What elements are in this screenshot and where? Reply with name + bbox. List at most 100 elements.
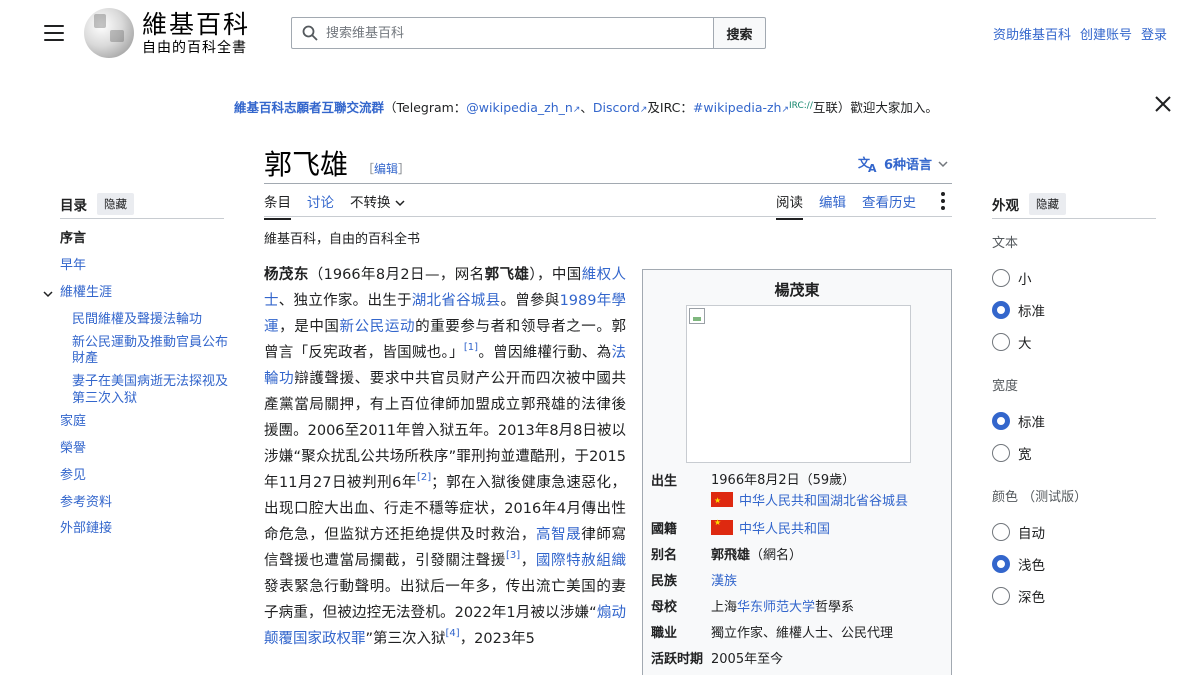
nationality-link[interactable]: 中华人民共和国 <box>739 522 830 537</box>
ethnicity-link[interactable]: 漢族 <box>711 574 737 589</box>
reference-1[interactable]: [1] <box>464 342 478 353</box>
appearance-heading: 外观 <box>992 198 1019 214</box>
active-years-value: 2005年至今 <box>711 652 784 667</box>
radio-label: 标准 <box>1018 415 1045 431</box>
color-light[interactable]: 浅色 <box>992 554 1045 574</box>
chevron-down-icon[interactable] <box>43 290 53 298</box>
school-link[interactable]: 华东师范大学 <box>737 600 815 615</box>
search-input[interactable] <box>326 25 686 41</box>
infobox-row-alma-mater: 母校 上海华东师范大学哲學系 <box>651 596 947 615</box>
infobox-label: 母校 <box>651 600 678 615</box>
banner-text: 及IRC： <box>647 100 693 115</box>
link-gucheng[interactable]: 湖北省谷城县 <box>412 293 501 309</box>
color-label: 颜色 （测试版） <box>992 490 1088 505</box>
toc-item-activism[interactable]: 維權生涯 <box>60 285 230 302</box>
language-button[interactable]: 文 A 6种语言 <box>858 154 948 173</box>
toc-item-wife-imprisonment[interactable]: 妻子在美国病逝无法探视及第三次入狱 <box>60 374 230 407</box>
radio-selected-icon <box>992 555 1010 573</box>
donate-link[interactable]: 资助维基百科 <box>993 24 1071 43</box>
radio-label: 宽 <box>1018 447 1032 463</box>
more-actions-icon[interactable] <box>941 192 945 213</box>
body-text: 發表緊急行動聲明。出狱后一年多，传出流亡美国的妻子病重，但被边控无法登机。202… <box>264 579 626 621</box>
infobox-row-active: 活跃时期 2005年至今 <box>651 648 947 667</box>
infobox-label: 職业 <box>651 626 678 641</box>
tabs-divider <box>264 216 952 217</box>
logo-subtitle: 自由的百科全書 <box>142 39 247 56</box>
link-gao-zhisheng[interactable]: 高智晟 <box>536 527 581 543</box>
school-dept: 哲學系 <box>815 600 855 615</box>
login-link[interactable]: 登录 <box>1141 24 1167 43</box>
infobox-row-nationality: 國籍 中华人民共和国 <box>651 518 947 537</box>
body-text: 、独立作家。出生于 <box>278 293 412 309</box>
toc-item-honors[interactable]: 榮譽 <box>60 441 230 458</box>
toc-header: 目录 隐藏 <box>60 193 134 215</box>
chevron-down-icon <box>395 200 405 207</box>
toc-item-early-life[interactable]: 早年 <box>60 258 230 275</box>
search-button[interactable]: 搜索 <box>714 17 766 49</box>
color-dark[interactable]: 深色 <box>992 586 1045 606</box>
text-size-small[interactable]: 小 <box>992 268 1032 288</box>
width-wide[interactable]: 宽 <box>992 443 1032 463</box>
logo-title: 維基百科 <box>142 9 251 39</box>
birthplace-link[interactable]: 中华人民共和国湖北省谷城县 <box>739 494 908 509</box>
toc-item-see-also[interactable]: 参见 <box>60 468 230 485</box>
china-flag-icon <box>711 518 733 535</box>
infobox-label: 活跃时期 <box>651 652 704 667</box>
toc-item-civil-rights[interactable]: 民間維權及聲援法輪功 <box>60 312 230 328</box>
alias-value: 郭飛雄 <box>711 548 751 563</box>
toc-divider <box>60 218 224 219</box>
infobox-row-occupation: 職业 獨立作家、維權人士、公民代理 <box>651 622 947 641</box>
toc-item-external-links[interactable]: 外部鏈接 <box>60 521 230 538</box>
link-new-citizens[interactable]: 新公民运动 <box>340 319 416 335</box>
toc-item-new-citizens[interactable]: 新公民運動及推動官員公布財產 <box>60 335 230 368</box>
radio-label: 浅色 <box>1018 558 1045 574</box>
svg-text:A: A <box>868 162 877 173</box>
reference-2[interactable]: [2] <box>417 472 431 483</box>
discord-link[interactable]: Discord <box>593 100 640 115</box>
main-menu-button[interactable] <box>44 25 64 41</box>
reference-3[interactable]: [3] <box>506 550 520 561</box>
link-amnesty[interactable]: 國際特赦組織 <box>536 553 626 569</box>
toc-heading: 目录 <box>60 198 87 214</box>
telegram-link[interactable]: @wikipedia_zh_n <box>466 100 573 115</box>
width-standard[interactable]: 标准 <box>992 411 1045 431</box>
radio-selected-icon <box>992 412 1010 430</box>
toc-item-references[interactable]: 参考资料 <box>60 495 230 512</box>
create-account-link[interactable]: 创建账号 <box>1080 24 1132 43</box>
toc-hide-button[interactable]: 隐藏 <box>97 193 134 215</box>
radio-icon <box>992 523 1010 541</box>
portrait-image[interactable] <box>686 305 911 463</box>
infobox-label: 别名 <box>651 548 678 563</box>
edit-link[interactable]: 编辑 <box>374 162 398 176</box>
text-size-large[interactable]: 大 <box>992 332 1032 352</box>
wikipedia-logo[interactable]: 維基百科 自由的百科全書 <box>84 8 250 58</box>
close-icon[interactable] <box>1153 94 1173 114</box>
text-size-standard[interactable]: 标准 <box>992 300 1045 320</box>
infobox-row-born: 出生 1966年8月2日（59歲） 中华人民共和国湖北省谷城县 <box>651 470 947 512</box>
radio-icon <box>992 444 1010 462</box>
color-auto[interactable]: 自动 <box>992 522 1045 542</box>
personal-tools: 资助维基百科 创建账号 登录 <box>993 24 1167 43</box>
search-box[interactable] <box>291 17 714 49</box>
language-count: 6种语言 <box>884 158 933 173</box>
banner-title-link[interactable]: 維基百科志願者互聯交流群 <box>234 100 384 115</box>
body-text: ，是中国 <box>279 319 340 335</box>
broken-image-icon <box>689 308 705 324</box>
title-edit: ［编辑］ <box>362 160 410 177</box>
appearance-hide-button[interactable]: 隐藏 <box>1029 193 1066 215</box>
irc-link[interactable]: #wikipedia-zh <box>693 100 782 115</box>
infobox-title: 楊茂東 <box>774 281 820 299</box>
globe-icon <box>84 8 134 58</box>
reference-4[interactable]: [4] <box>446 628 460 639</box>
width-label: 宽度 <box>992 379 1019 394</box>
radio-label: 自动 <box>1018 526 1045 542</box>
toc-item-family[interactable]: 家庭 <box>60 414 230 431</box>
body-text: 。曾因維權行動、為 <box>478 345 612 361</box>
body-text: 。曾參與 <box>500 293 560 309</box>
toc-item-intro[interactable]: 序言 <box>60 231 230 248</box>
title-divider <box>264 183 952 184</box>
body-text: （1966年8月2日—，网名 <box>308 267 485 283</box>
body-text: ”第三次入狱 <box>365 631 446 647</box>
body-text: 辯護聲援、要求中共官员财产公开而四次被中國共產黨當局關押，有上百位律師加盟成立郭… <box>264 371 626 491</box>
bracket: ］ <box>398 162 411 176</box>
